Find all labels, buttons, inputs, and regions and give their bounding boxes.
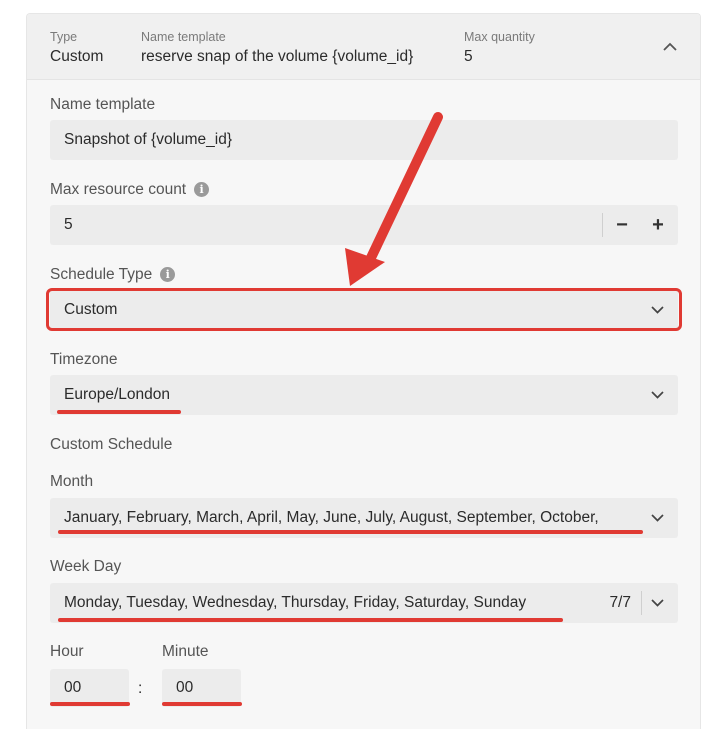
annotation-arrow [345,112,443,286]
